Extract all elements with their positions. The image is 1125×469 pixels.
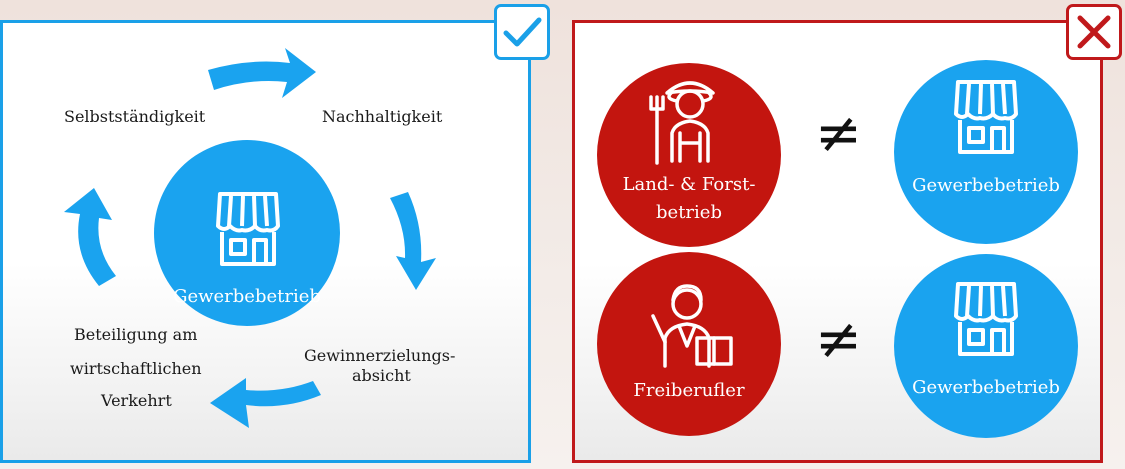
criterion-bottom-left-line3: Verkehrt (101, 391, 172, 410)
agriculture-label-line2: betrieb (656, 202, 722, 223)
center-label: Gewerbebetrieb (173, 286, 321, 307)
not-equal-sign: ≠ (815, 101, 862, 166)
agriculture-circle: Land- & Forst- betrieb (597, 63, 781, 247)
center-circle: Gewerbebetrieb (154, 140, 340, 326)
trade-circle: Gewerbebetrieb (894, 60, 1078, 244)
criterion-top-right: Nachhaltigkeit (322, 107, 443, 126)
cross-icon (1077, 15, 1111, 49)
cross-badge (1066, 4, 1122, 60)
farmer-icon (649, 81, 715, 165)
shop-icon (954, 80, 1018, 154)
freelancer-circle: Freiberufler (597, 252, 781, 436)
cycle-arrow-left-icon (64, 188, 116, 286)
shop-icon (216, 192, 280, 266)
trade-circle: Gewerbebetrieb (894, 254, 1078, 438)
criterion-bottom-right-line2: absicht (352, 366, 411, 385)
not-equal-sign: ≠ (815, 307, 862, 372)
checkmark-icon (503, 17, 542, 47)
checkmark-badge (494, 4, 550, 60)
agriculture-label-line1: Land- & Forst- (622, 174, 756, 195)
criterion-bottom-left-line1: Beteiligung am (74, 325, 198, 344)
trade-label: Gewerbebetrieb (912, 377, 1060, 398)
freelancer-label: Freiberufler (633, 380, 745, 401)
shop-icon (954, 282, 1018, 356)
teacher-icon (651, 284, 733, 368)
criterion-bottom-left-line2: wirtschaftlichen (70, 359, 202, 378)
criterion-top-left: Selbstständigkeit (64, 107, 206, 126)
trade-label: Gewerbebetrieb (912, 175, 1060, 196)
